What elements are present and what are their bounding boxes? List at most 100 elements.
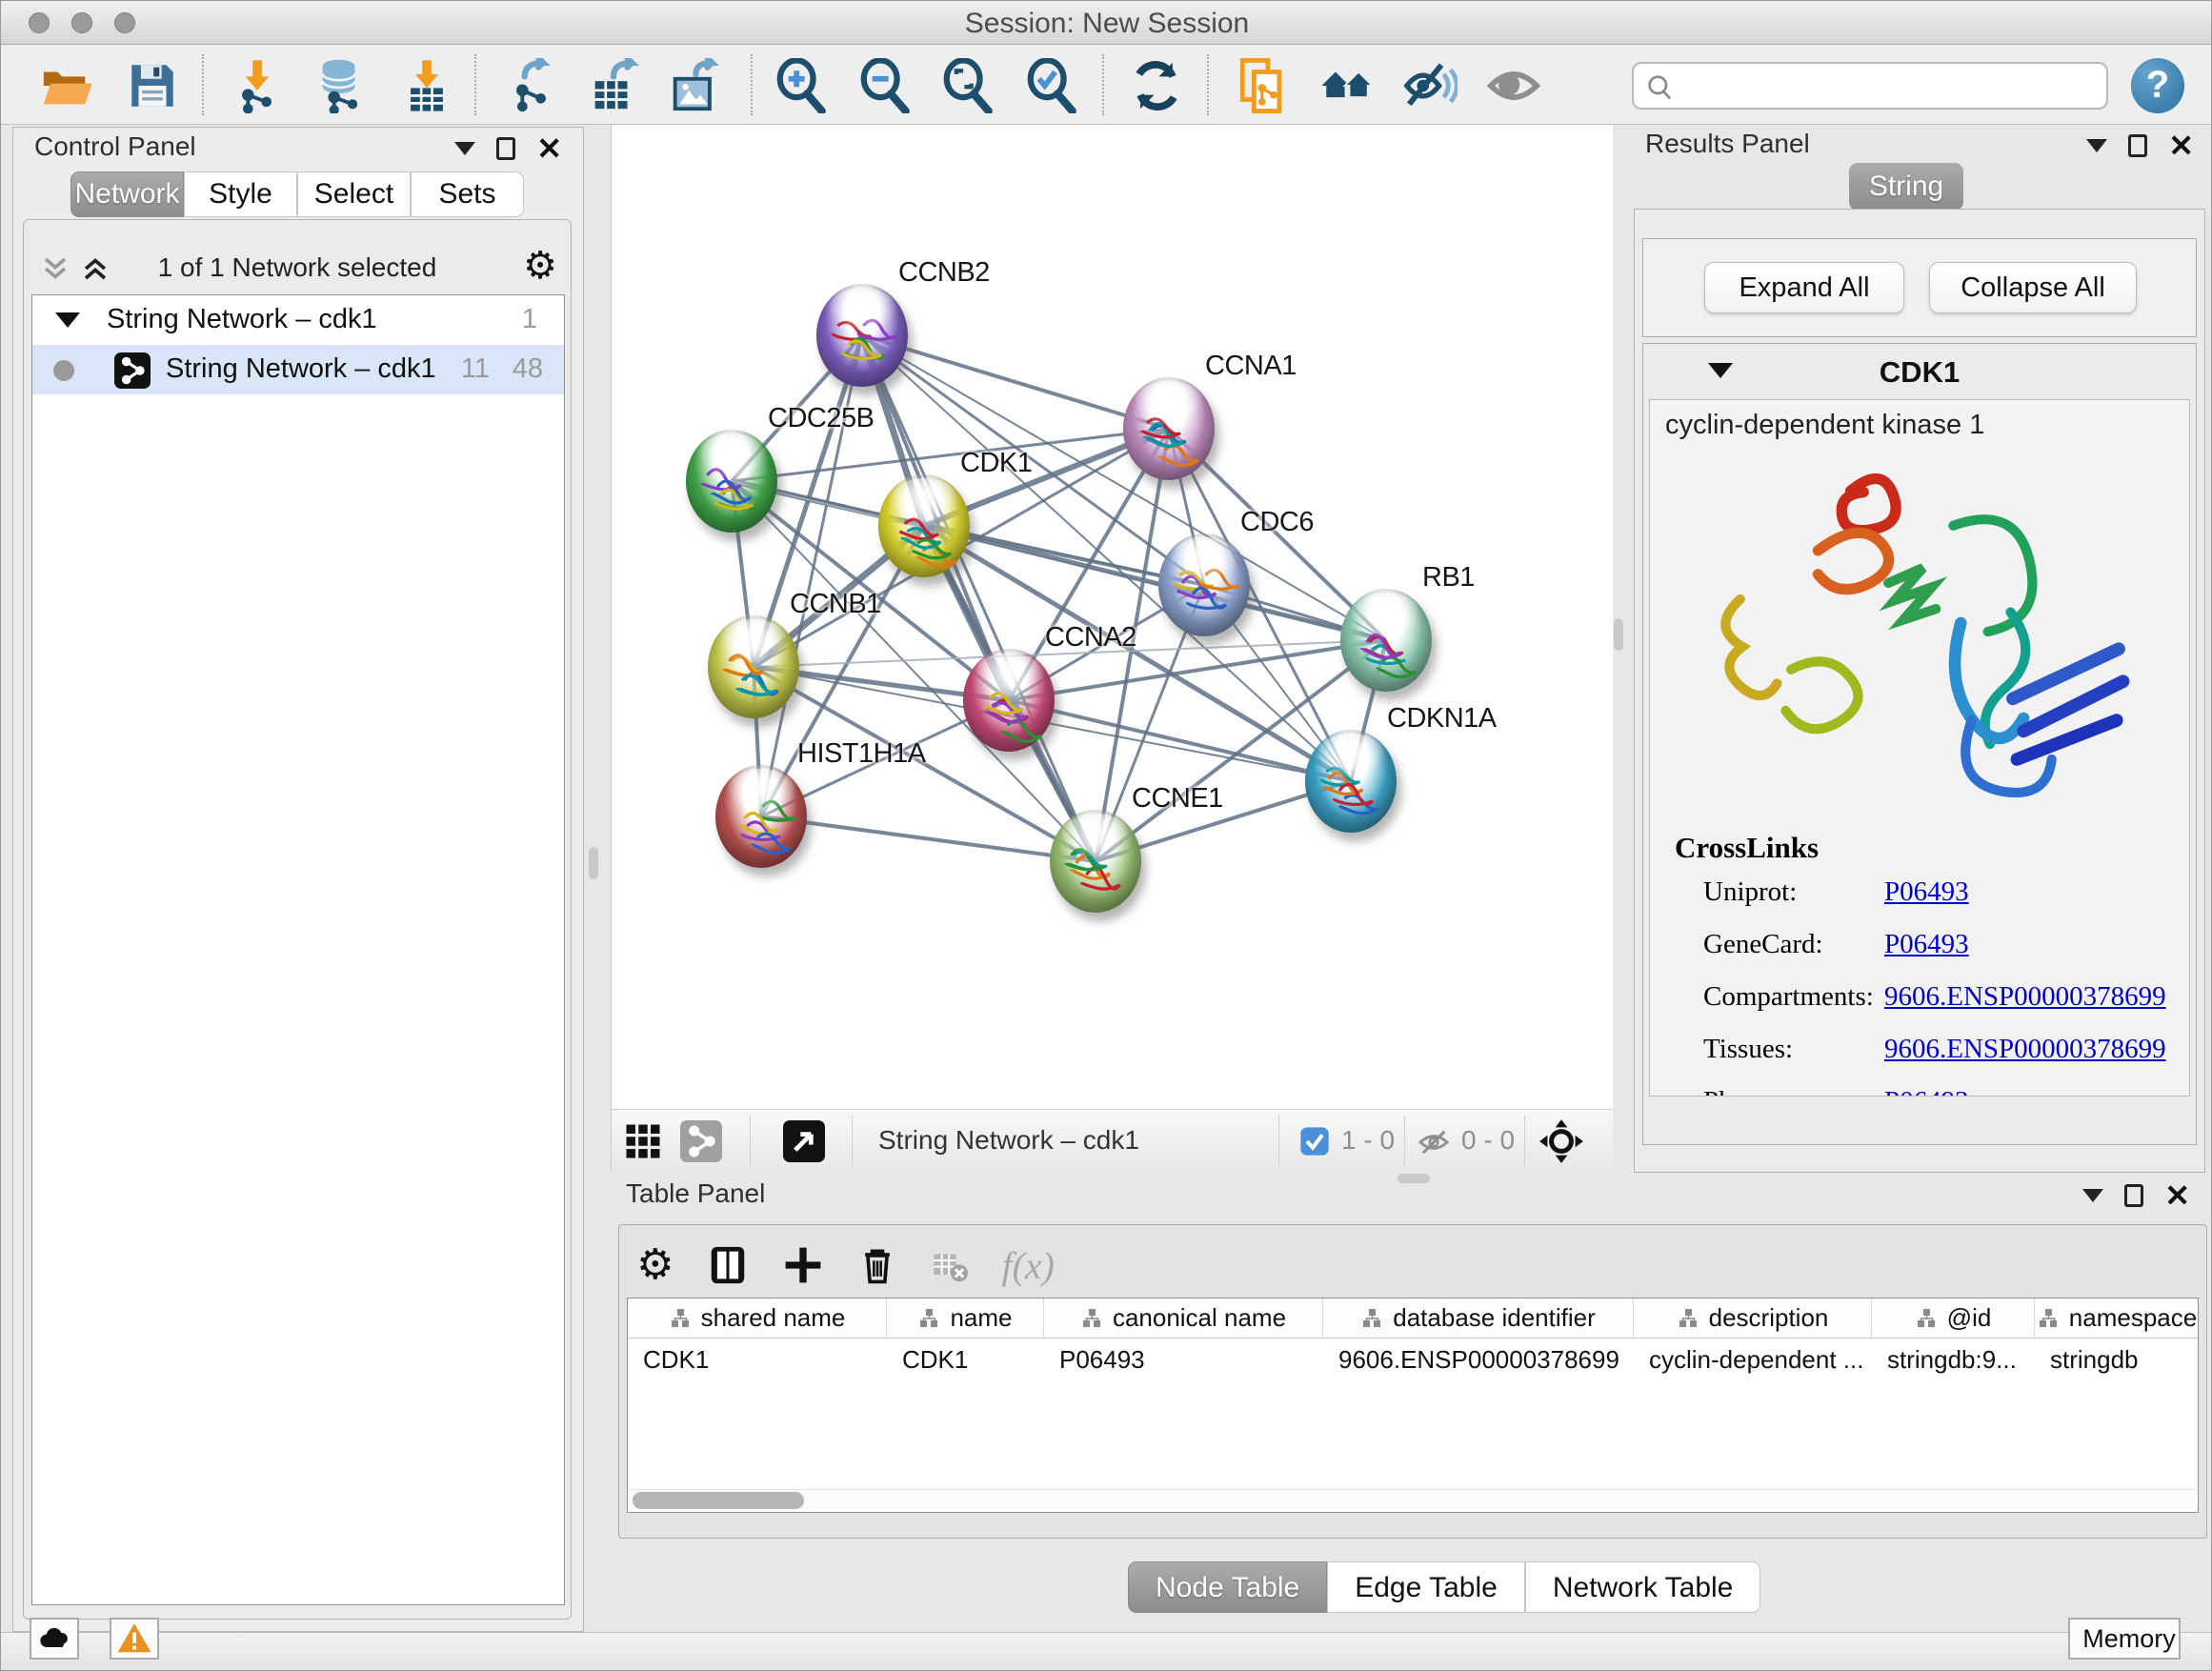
panel-close-icon[interactable]: ✕ xyxy=(536,137,562,160)
grid-view-icon[interactable] xyxy=(623,1121,663,1161)
zoom-selected-icon[interactable] xyxy=(1024,58,1079,113)
tab-node-table[interactable]: Node Table xyxy=(1128,1561,1327,1613)
selected-checkbox-icon[interactable] xyxy=(1299,1126,1330,1157)
network-view-icon[interactable] xyxy=(680,1120,722,1162)
tab-network-table[interactable]: Network Table xyxy=(1525,1561,1761,1613)
table-hscrollbar-thumb[interactable] xyxy=(633,1492,804,1509)
panel-float-icon[interactable] xyxy=(2128,134,2147,157)
table-cell[interactable]: CDK1 xyxy=(628,1339,887,1380)
selected-node-edge-counts: 1 - 0 xyxy=(1341,1125,1395,1156)
delete-column-icon[interactable] xyxy=(856,1244,898,1286)
crosslink-link[interactable]: P06493 xyxy=(1884,876,1969,908)
tab-network[interactable]: Network xyxy=(70,171,184,217)
network-node-cdk1[interactable] xyxy=(878,474,970,577)
crosslink-link[interactable]: 9606.ENSP00000378699 xyxy=(1884,981,2166,1013)
table-cell[interactable]: stringdb:9... xyxy=(1872,1339,2035,1380)
function-builder-icon[interactable]: f(x) xyxy=(1001,1243,1055,1288)
table-row[interactable]: CDK1CDK1P064939606.ENSP00000378699cyclin… xyxy=(628,1339,2198,1380)
export-network-icon[interactable] xyxy=(504,58,559,113)
column-header-shared-name[interactable]: shared name xyxy=(628,1299,887,1338)
zoom-out-icon[interactable] xyxy=(857,58,913,113)
table-cell[interactable]: P06493 xyxy=(1044,1339,1323,1380)
show-columns-icon[interactable] xyxy=(706,1243,750,1287)
network-canvas[interactable]: CCNB2CCNA1CDC25BCDK1CDC6RB1CCNB1CCNA2CDK… xyxy=(611,125,1613,1109)
zoom-fit-icon[interactable] xyxy=(940,58,995,113)
network-node-rb1[interactable] xyxy=(1340,589,1432,692)
right-splitter-handle[interactable] xyxy=(1614,618,1623,651)
table-cell[interactable]: stringdb xyxy=(2035,1339,2199,1380)
import-table-icon[interactable] xyxy=(399,58,454,113)
table-cell[interactable]: cyclin-dependent ... xyxy=(1634,1339,1872,1380)
hide-unhide-icon[interactable] xyxy=(1402,58,1458,113)
tab-string[interactable]: String xyxy=(1849,163,1963,211)
panel-close-icon[interactable]: ✕ xyxy=(2168,134,2194,157)
search-input[interactable] xyxy=(1632,62,2108,110)
bottom-splitter-handle[interactable] xyxy=(1398,1174,1430,1183)
cloud-status-button[interactable] xyxy=(30,1618,79,1660)
network-node-ccnb2[interactable] xyxy=(816,284,908,387)
panel-float-icon[interactable] xyxy=(496,137,515,160)
tab-style[interactable]: Style xyxy=(184,171,297,217)
panel-menu-icon[interactable] xyxy=(454,142,475,155)
network-node-cdc25b[interactable] xyxy=(686,430,777,533)
network-node-ccne1[interactable] xyxy=(1050,810,1141,913)
table-cell[interactable]: CDK1 xyxy=(887,1339,1044,1380)
home-networks-icon[interactable] xyxy=(1319,58,1375,113)
tab-edge-table[interactable]: Edge Table xyxy=(1327,1561,1525,1613)
column-header-namespace[interactable]: namespace xyxy=(2035,1299,2199,1338)
left-splitter-handle[interactable] xyxy=(589,847,598,879)
cdk1-card-header[interactable]: CDK1 xyxy=(1643,344,2196,399)
expand-all-button[interactable]: Expand All xyxy=(1704,262,1904,313)
tab-select[interactable]: Select xyxy=(297,171,411,217)
memory-button[interactable]: Memory xyxy=(2068,1618,2181,1660)
string-results-box: Expand All Collapse All CDK1 cyclin-depe… xyxy=(1634,209,2205,1173)
refresh-icon[interactable] xyxy=(1129,58,1184,113)
export-table-icon[interactable] xyxy=(586,58,641,113)
import-network-icon[interactable] xyxy=(230,58,285,113)
save-session-icon[interactable] xyxy=(125,58,180,113)
help-button[interactable]: ? xyxy=(2131,58,2184,113)
delete-table-icon[interactable] xyxy=(931,1246,969,1284)
open-session-icon[interactable] xyxy=(39,58,94,113)
add-column-icon[interactable] xyxy=(782,1244,824,1286)
network-node-cdkn1a[interactable] xyxy=(1305,730,1397,833)
import-network-from-database-icon[interactable] xyxy=(313,58,369,113)
node-gloss xyxy=(1317,734,1383,776)
crosslink-link[interactable]: P06493 xyxy=(1884,1086,1969,1097)
export-image-icon[interactable] xyxy=(666,58,721,113)
network-node-ccna1[interactable] xyxy=(1123,377,1215,480)
network-node-cdc6[interactable] xyxy=(1158,534,1250,636)
column-header--id[interactable]: @id xyxy=(1872,1299,2035,1338)
table-gear-icon[interactable]: ⚙ xyxy=(636,1246,674,1284)
column-header-description[interactable]: description xyxy=(1634,1299,1872,1338)
toolbar-separator xyxy=(1278,1116,1279,1165)
panel-float-icon[interactable] xyxy=(2124,1184,2143,1207)
table-cell[interactable]: 9606.ENSP00000378699 xyxy=(1323,1339,1634,1380)
column-header-label: name xyxy=(950,1303,1012,1333)
collection-expand-triangle-icon[interactable] xyxy=(55,312,80,328)
warning-status-button[interactable] xyxy=(110,1618,159,1660)
network-row-selected[interactable]: String Network – cdk1 11 48 xyxy=(32,345,564,394)
detach-view-icon[interactable] xyxy=(783,1120,825,1162)
node-label-rb1: RB1 xyxy=(1422,562,1475,594)
network-options-gear-icon[interactable]: ⚙ xyxy=(523,247,557,285)
hidden-eye-icon[interactable] xyxy=(1418,1126,1450,1158)
crosslink-link[interactable]: 9606.ENSP00000378699 xyxy=(1884,1034,2166,1065)
network-node-ccnb1[interactable] xyxy=(708,615,799,718)
network-node-hist1h1a[interactable] xyxy=(715,765,807,868)
panel-close-icon[interactable]: ✕ xyxy=(2164,1184,2190,1207)
column-header-name[interactable]: name xyxy=(887,1299,1044,1338)
zoom-in-icon[interactable] xyxy=(774,58,829,113)
network-node-ccna2[interactable] xyxy=(963,649,1055,752)
tab-sets[interactable]: Sets xyxy=(411,171,524,217)
birds-eye-view-icon[interactable] xyxy=(1538,1117,1585,1165)
column-header-database-identifier[interactable]: database identifier xyxy=(1323,1299,1634,1338)
column-header-canonical-name[interactable]: canonical name xyxy=(1044,1299,1323,1338)
collapse-all-button[interactable]: Collapse All xyxy=(1929,262,2137,313)
copy-network-icon[interactable] xyxy=(1236,58,1291,113)
show-graphics-icon[interactable] xyxy=(1486,58,1541,113)
panel-menu-icon[interactable] xyxy=(2082,1189,2103,1202)
crosslink-link[interactable]: P06493 xyxy=(1884,929,1969,960)
network-collection-row[interactable]: String Network – cdk1 1 xyxy=(32,295,564,345)
panel-menu-icon[interactable] xyxy=(2086,139,2107,152)
